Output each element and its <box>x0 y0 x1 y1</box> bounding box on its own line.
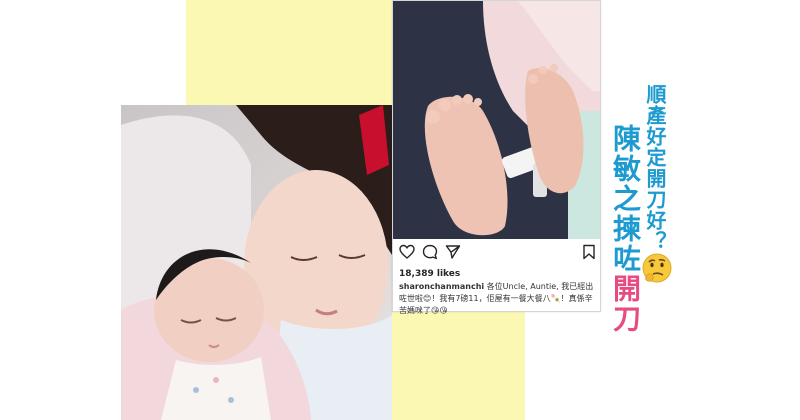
heart-icon[interactable] <box>399 244 415 260</box>
headline-title-part2: 開刀 <box>609 274 642 334</box>
headline-title-part1: 陳敏之揀咗 <box>609 124 642 274</box>
post-caption: sharonchanmanchi 各位Uncle, Auntie, 我已經出咗世… <box>399 281 595 317</box>
share-icon[interactable] <box>445 244 461 260</box>
mother-baby-photo <box>121 105 392 420</box>
thinking-face-icon <box>642 253 672 283</box>
headline-title: 陳敏之揀咗開刀 <box>609 124 642 334</box>
username[interactable]: sharonchanmanchi <box>399 282 484 291</box>
instagram-post: 18,389 likes sharonchanmanchi 各位Uncle, A… <box>392 0 601 315</box>
background-yellow-block <box>186 0 390 105</box>
comment-icon[interactable] <box>422 244 438 260</box>
action-bar <box>399 244 595 260</box>
bookmark-icon[interactable] <box>581 244 597 260</box>
baby-feet-photo <box>393 1 600 239</box>
likes-count: 18,389 likes <box>399 269 461 279</box>
headline-question: 順產好定開刀好？ <box>643 84 667 252</box>
